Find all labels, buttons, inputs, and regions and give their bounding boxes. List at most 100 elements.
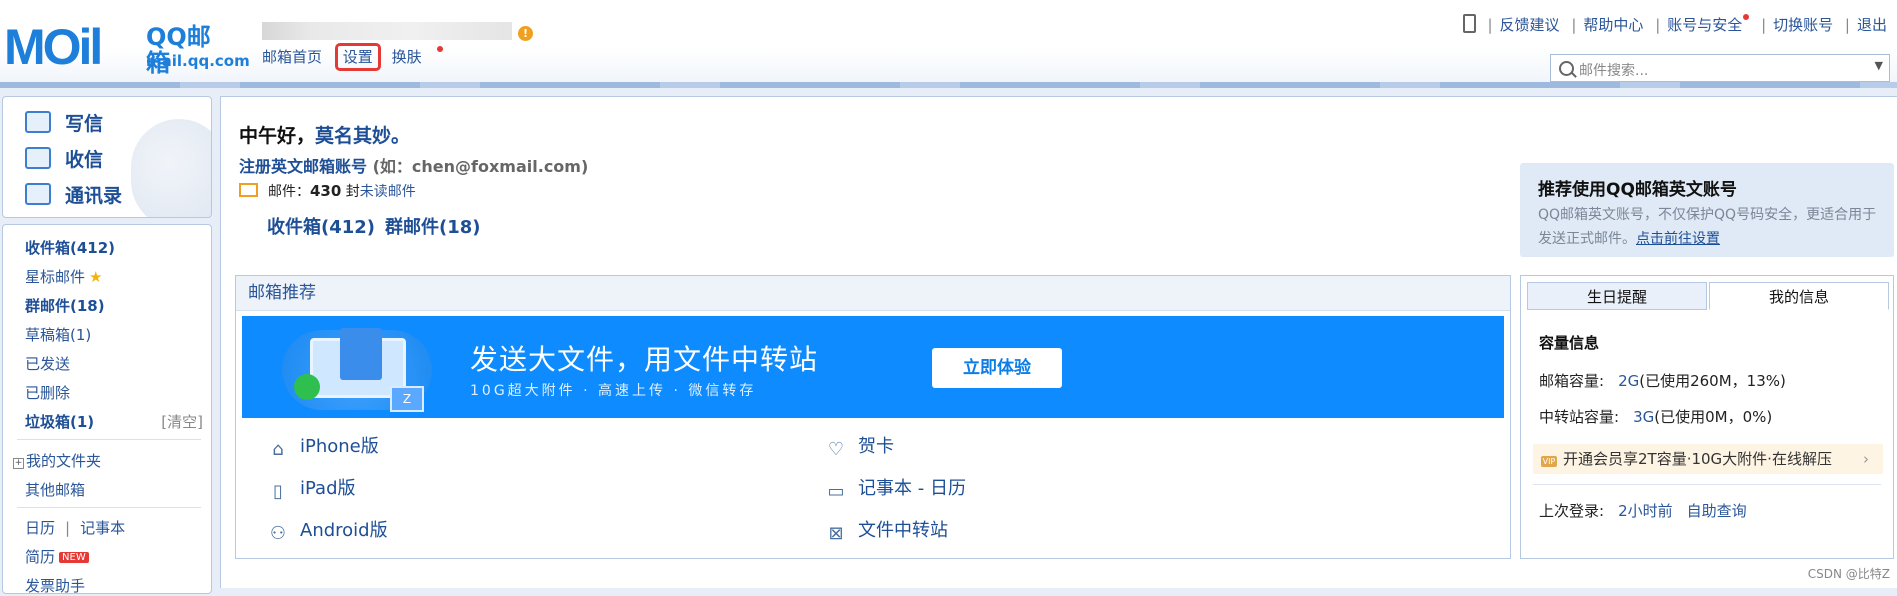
transfer-capacity-detail: (已使用0M，0%) <box>1654 408 1773 426</box>
sidebar-actions: 写信 收信 通讯录 <box>2 96 212 218</box>
promo-title: 推荐使用QQ邮箱英文账号 <box>1538 180 1737 200</box>
link-feedback[interactable]: 反馈建议 <box>1500 16 1560 34</box>
mail-summary: 邮件：430 封未读邮件 <box>239 181 416 201</box>
clear-junk-button[interactable]: [清空] <box>161 411 203 432</box>
folder-group[interactable]: 群邮件(18) <box>25 295 105 316</box>
link-help[interactable]: 帮助中心 <box>1583 16 1643 34</box>
english-account-promo: 推荐使用QQ邮箱英文账号 QQ邮箱英文账号，不仅保护QQ号码安全，更适合用于发送… <box>1520 163 1894 257</box>
group-count-link[interactable]: 群邮件(18) <box>385 217 481 238</box>
vip-badge-icon: VIP <box>1541 456 1557 467</box>
compose-icon <box>25 111 51 133</box>
folder-drafts[interactable]: 草稿箱(1) <box>25 324 91 345</box>
rec-iphone[interactable]: ⌂ iPhone版 <box>268 432 378 460</box>
logo-url-text: mail.qq.com <box>146 52 250 70</box>
apple-icon: ⌂ <box>272 439 284 460</box>
calendar-icon: ▭ <box>827 481 845 502</box>
mail-count: 430 <box>310 182 342 200</box>
link-invoice-helper[interactable]: 发票助手 <box>25 575 85 596</box>
search-placeholder: 邮件搜索... <box>1579 63 1649 79</box>
phone-icon[interactable] <box>1462 14 1476 33</box>
folder-other-mailboxes[interactable]: 其他邮箱 <box>25 479 85 500</box>
contacts-button[interactable]: 通讯录 <box>25 181 122 209</box>
search-icon <box>1559 61 1574 76</box>
folder-junk[interactable]: 垃圾箱(1) <box>25 411 94 432</box>
banner-subtext: 10G超大附件 · 高速上传 · 微信转存 <box>470 383 757 399</box>
folder-list: 收件箱(412) 星标邮件 ★ 群邮件(18) 草稿箱(1) 已发送 已删除 垃圾… <box>2 224 212 596</box>
star-icon: ★ <box>89 268 103 286</box>
vip-upgrade-banner[interactable]: VIP 开通会员享2T容量·10G大附件·在线解压 › <box>1533 444 1883 474</box>
folder-starred[interactable]: 星标邮件 ★ <box>25 266 102 287</box>
logo-wordmark: MOil <box>4 19 103 75</box>
rec-greeting-card[interactable]: ♡ 贺卡 <box>826 432 894 460</box>
top-nav: 邮箱首页 设置 换肤 <box>262 43 457 71</box>
nav-skin[interactable]: 换肤 <box>392 46 443 66</box>
mailbox-capacity-detail: (已使用260M，13%) <box>1639 372 1786 390</box>
new-badge: NEW <box>59 552 89 563</box>
link-account-security[interactable]: 账号与安全 <box>1667 14 1750 34</box>
top-links: | 反馈建议 | 帮助中心 | 账号与安全 | 切换账号 | 退出 <box>1462 14 1887 35</box>
register-english-account[interactable]: 注册英文邮箱账号 (如：chen@foxmail.com) <box>239 153 588 177</box>
mailbox-capacity-value[interactable]: 2G <box>1618 372 1639 390</box>
compose-button[interactable]: 写信 <box>25 109 103 137</box>
app-links: 日历 | 记事本 <box>25 519 126 537</box>
receive-button[interactable]: 收信 <box>25 145 103 173</box>
heart-icon: ♡ <box>827 439 845 460</box>
link-switch-account[interactable]: 切换账号 <box>1773 16 1833 34</box>
capacity-title: 容量信息 <box>1539 334 1600 352</box>
register-example: (如：chen@foxmail.com) <box>372 157 589 176</box>
rec-android[interactable]: ⚇ Android版 <box>268 516 388 544</box>
tablet-icon: ▯ <box>273 481 283 502</box>
info-panel: 生日提醒 我的信息 容量信息 邮箱容量: 2G(已使用260M，13%) 中转站容… <box>1520 275 1894 559</box>
banner-headline: 发送大文件，用文件中转站 <box>470 343 819 376</box>
contacts-icon <box>25 183 51 205</box>
zip-icon: Z <box>390 386 424 412</box>
rec-title: 邮箱推荐 <box>236 276 1510 311</box>
transfer-capacity-value[interactable]: 3G <box>1633 408 1654 426</box>
unread-link[interactable]: 未读邮件 <box>360 184 416 200</box>
dropdown-caret-icon[interactable]: ▼ <box>1875 59 1883 72</box>
blurred-account-name <box>262 22 512 40</box>
last-login: 上次登录: 2小时前 自助查询 <box>1539 502 1747 520</box>
rec-ipad[interactable]: ▯ iPad版 <box>268 474 355 502</box>
file-icon <box>340 328 382 380</box>
rec-notes-calendar[interactable]: ▭ 记事本 - 日历 <box>826 474 965 502</box>
promo-desc: QQ邮箱英文账号，不仅保护QQ号码安全，更适合用于发送正式邮件。点击前往设置 <box>1538 207 1877 247</box>
nav-settings[interactable]: 设置 <box>334 43 381 71</box>
folder-sent[interactable]: 已发送 <box>25 353 70 374</box>
self-query-link[interactable]: 自助查询 <box>1687 502 1747 520</box>
link-resume[interactable]: 简历 NEW <box>25 546 89 567</box>
tab-my-info[interactable]: 我的信息 <box>1709 282 1889 310</box>
rec-file-transfer[interactable]: ⊠ 文件中转站 <box>826 516 948 544</box>
expand-icon[interactable]: + <box>13 458 24 469</box>
link-notes[interactable]: 记事本 <box>80 519 125 537</box>
mail-search-box[interactable]: 邮件搜索... ▼ <box>1550 54 1890 82</box>
transfer-capacity: 中转站容量: 3G(已使用0M，0%) <box>1539 408 1773 426</box>
mailbox-recommendations: 邮箱推荐 Z 发送大文件，用文件中转站 10G超大附件 · 高速上传 · 微信转… <box>235 275 1511 559</box>
tab-birthday[interactable]: 生日提醒 <box>1527 282 1707 310</box>
nav-home[interactable]: 邮箱首页 <box>262 48 322 66</box>
warning-icon[interactable]: ! <box>518 26 533 41</box>
transfer-icon: ⊠ <box>828 523 844 544</box>
divider <box>1533 484 1881 485</box>
top-header: MOil QQ邮箱 mail.qq.com ! 邮箱首页 设置 换肤 | 反馈建议… <box>0 0 1897 88</box>
qq-penguin-icon <box>131 119 211 217</box>
transfer-banner[interactable]: Z 发送大文件，用文件中转站 10G超大附件 · 高速上传 · 微信转存 立即体… <box>242 316 1504 418</box>
android-icon: ⚇ <box>269 523 287 544</box>
wechat-icon <box>294 374 320 400</box>
last-login-value[interactable]: 2小时前 <box>1618 502 1673 520</box>
greeting: 中午好，莫名其妙。 <box>239 125 411 147</box>
qq-mail-logo[interactable]: MOil QQ邮箱 mail.qq.com <box>4 18 250 76</box>
divider <box>17 439 201 440</box>
link-calendar[interactable]: 日历 <box>25 519 55 537</box>
inbox-count-link[interactable]: 收件箱(412) <box>267 217 375 238</box>
link-logout[interactable]: 退出 <box>1857 16 1887 34</box>
folder-inbox[interactable]: 收件箱(412) <box>25 237 115 258</box>
watermark: CSDN @比特Z <box>1807 567 1890 581</box>
folder-my-folders[interactable]: + 我的文件夹 <box>13 450 101 471</box>
try-now-button[interactable]: 立即体验 <box>932 348 1062 388</box>
info-tabs: 生日提醒 我的信息 <box>1527 282 1889 310</box>
folder-deleted[interactable]: 已删除 <box>25 382 70 403</box>
promo-settings-link[interactable]: 点击前往设置 <box>1636 231 1720 247</box>
nickname: 莫名其妙。 <box>315 125 411 147</box>
main-panel: 中午好，莫名其妙。 注册英文邮箱账号 (如：chen@foxmail.com) … <box>220 96 1897 588</box>
